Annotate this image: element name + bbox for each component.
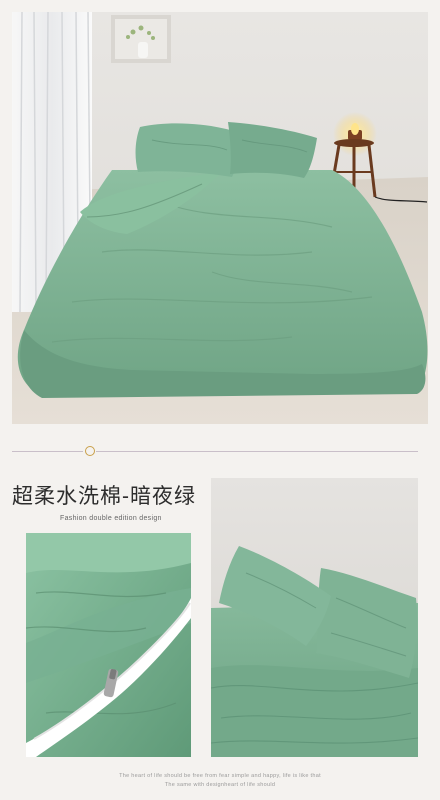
divider-line-left [12,451,83,452]
bedding-hero-photo [12,12,428,424]
pillows-detail-photo [211,478,418,757]
footer-slogan-line-1: The heart of life should be free from fe… [119,773,321,779]
divider-line-right [96,451,418,452]
zipper-detail-photo [26,533,191,757]
product-title: 超柔水洗棉-暗夜绿 [12,485,196,508]
product-subtitle: Fashion double edition design [60,515,162,522]
divider-dot [85,446,95,456]
footer-slogan-line-2: The same with designheart of life should [164,782,276,788]
